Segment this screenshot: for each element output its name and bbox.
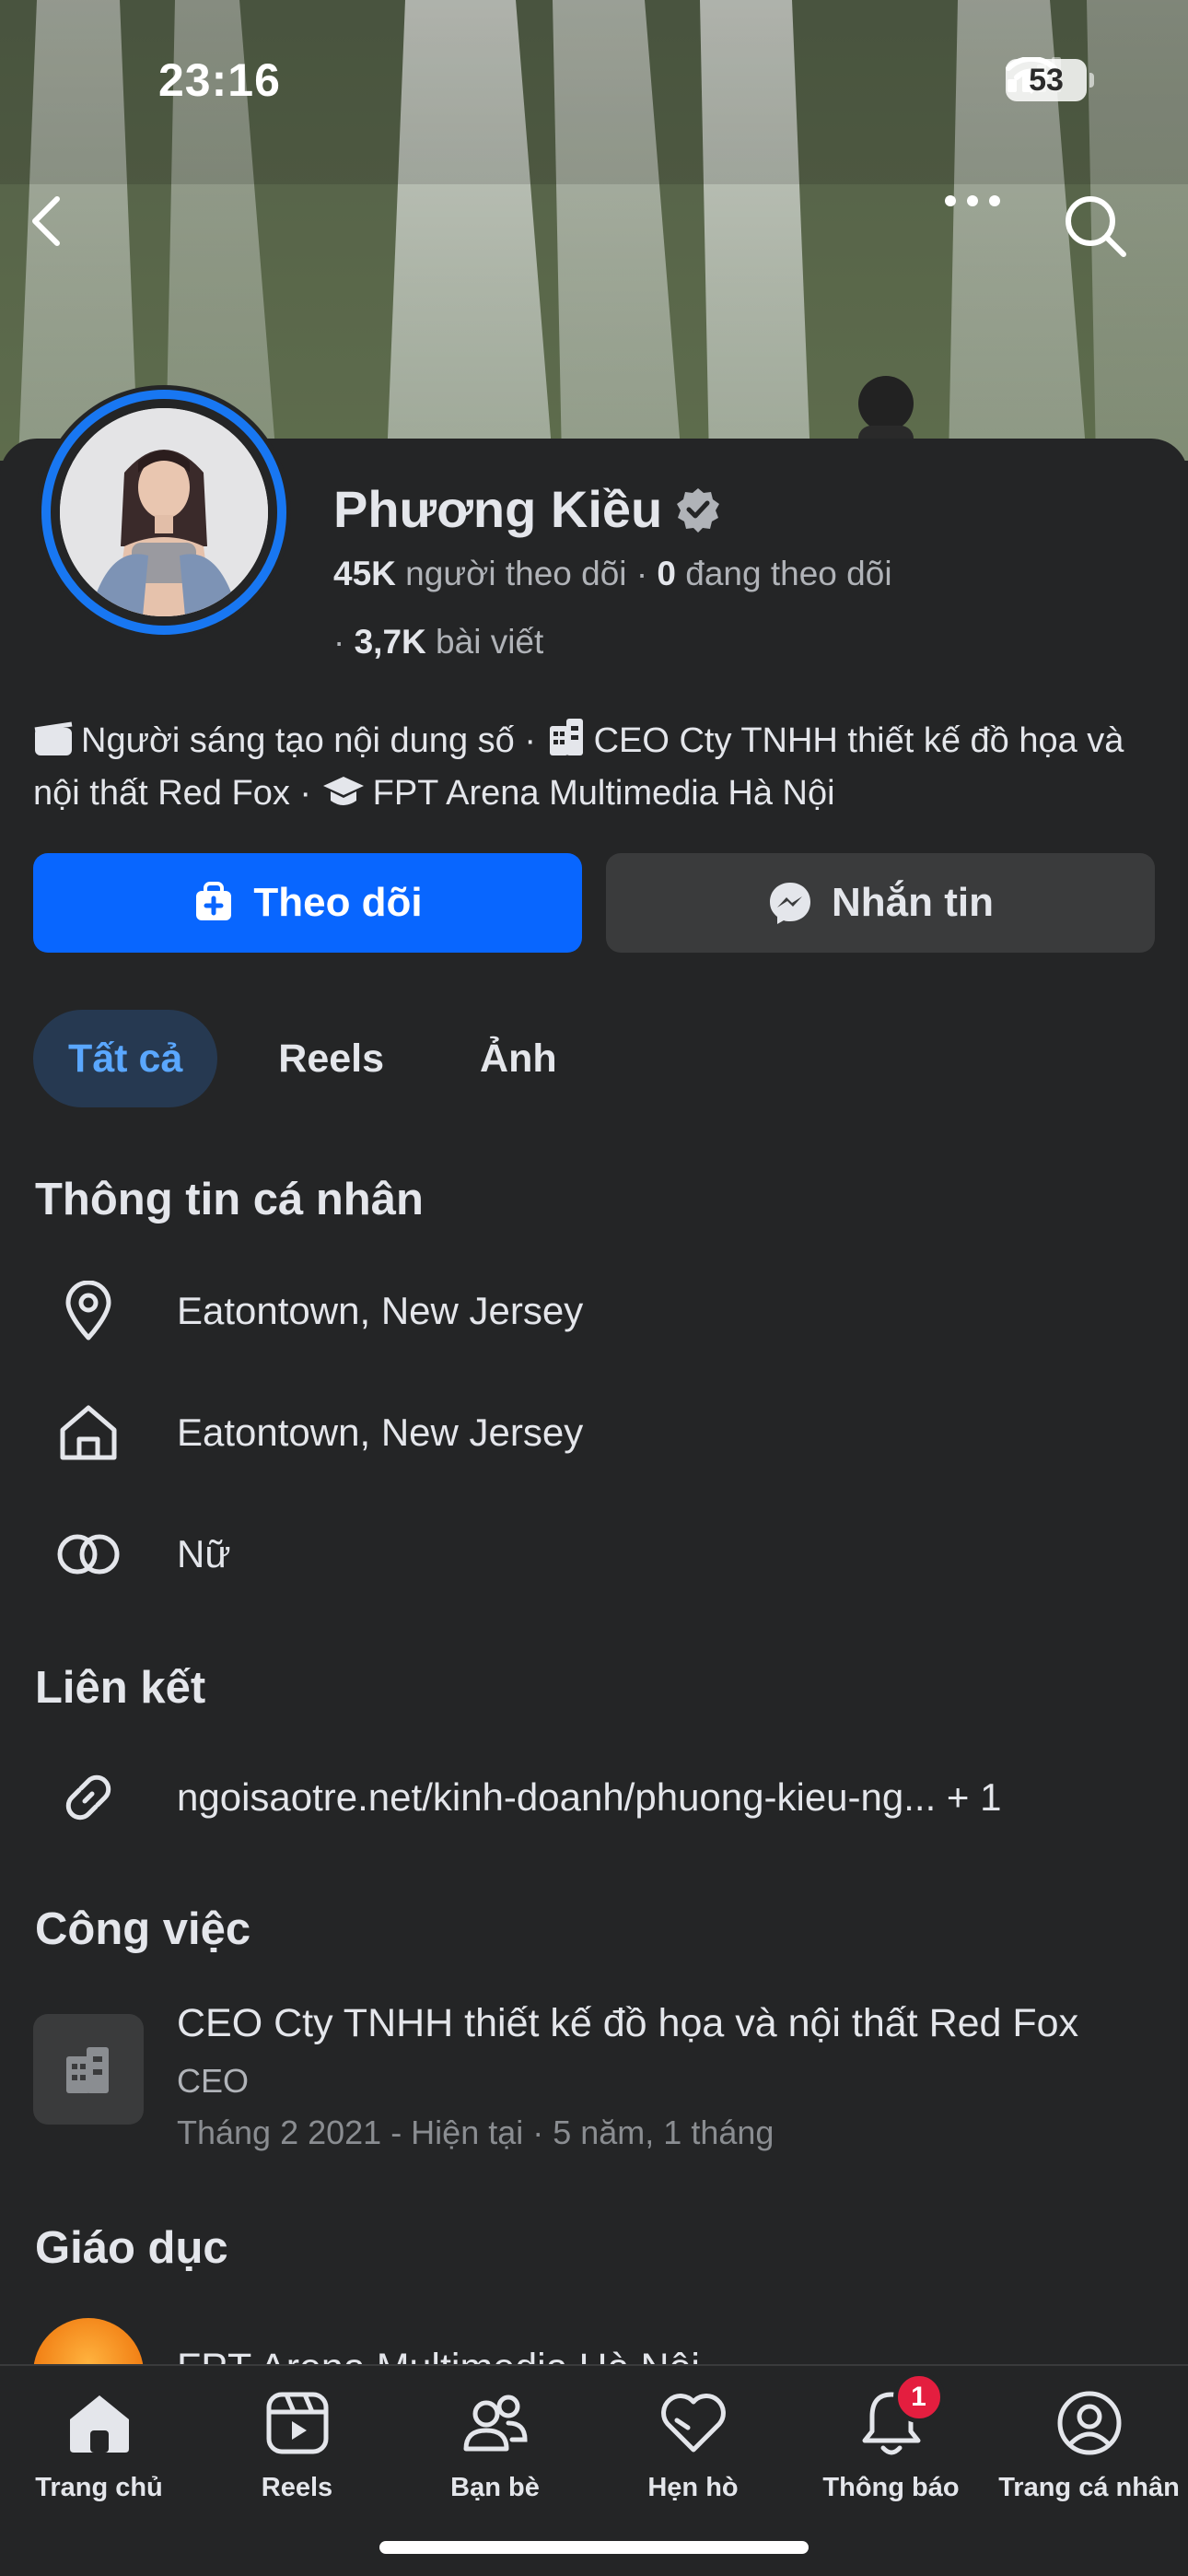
gender-row: Nữ	[0, 1504, 1188, 1605]
status-indicators: 53	[1006, 57, 1094, 103]
followers-count: 45K	[333, 555, 396, 592]
link-url-text: ngoisaotre.net/kinh-doanh/phuong-kieu-ng…	[177, 1775, 1002, 1819]
nav-reels[interactable]: Reels	[198, 2386, 396, 2524]
following-label: đang theo dõi	[685, 555, 892, 592]
company-logo[interactable]	[33, 2014, 144, 2125]
tab-all[interactable]: Tất cả	[33, 1010, 218, 1107]
current-city-text: Eatontown, New Jersey	[177, 1289, 584, 1332]
work-role: CEO	[177, 2062, 250, 2100]
avatar-portrait-image	[60, 408, 268, 616]
follow-button[interactable]: Theo dõi	[33, 853, 582, 953]
nav-dating-label: Hẹn hò	[647, 2473, 739, 2502]
link-row[interactable]: ngoisaotre.net/kinh-doanh/phuong-kieu-ng…	[0, 1747, 1188, 1848]
nav-reels-label: Reels	[261, 2473, 333, 2502]
nav-friends-label: Bạn bè	[450, 2473, 540, 2502]
nav-profile[interactable]: Trang cá nhân	[990, 2386, 1188, 2524]
stats-separator: ·	[635, 555, 658, 592]
hometown-text: Eatontown, New Jersey	[177, 1411, 584, 1454]
education-title: Giáo dục	[35, 2223, 228, 2273]
follow-stats[interactable]: 45K người theo dõi · 0 đang theo dõi	[333, 555, 892, 593]
follow-button-label: Theo dõi	[253, 880, 423, 925]
profile-page: 23:16 53 Phương Kiều 45K người theo dõi …	[0, 0, 1188, 2576]
bell-icon: 1	[855, 2371, 945, 2460]
posts-bullet: ·	[333, 623, 355, 661]
home-outline-icon	[52, 1396, 125, 1469]
building-icon	[66, 2047, 109, 2093]
hometown-row[interactable]: Eatontown, New Jersey	[0, 1382, 1188, 1483]
nav-notifications-label: Thông báo	[822, 2473, 960, 2502]
battery-indicator: 53	[1006, 59, 1094, 101]
video-clapper-icon	[34, 721, 73, 755]
status-time: 23:16	[158, 54, 281, 106]
current-city-row[interactable]: Eatontown, New Jersey	[0, 1260, 1188, 1362]
gender-text: Nữ	[177, 1532, 231, 1575]
profile-icon	[1053, 2386, 1126, 2460]
more-dots-icon	[945, 195, 1000, 206]
chevron-left-icon	[32, 196, 60, 246]
location-pin-icon	[52, 1274, 125, 1348]
tab-photos[interactable]: Ảnh	[445, 1010, 592, 1107]
work-company[interactable]: CEO Cty TNHH thiết kế đồ họa và nội thất…	[177, 2001, 1078, 2046]
link-chain-icon	[52, 1761, 125, 1834]
nav-home-label: Trang chủ	[35, 2473, 163, 2502]
more-options-button[interactable]	[943, 193, 1026, 276]
posts-label: bài viết	[436, 623, 544, 661]
posts-stats: · 3,7K bài viết	[333, 623, 543, 662]
profile-tabs: Tất cả Reels Ảnh	[33, 1010, 592, 1107]
building-icon	[549, 719, 583, 755]
personal-info-title: Thông tin cá nhân	[35, 1175, 424, 1224]
bio-separator-2: ·	[299, 774, 321, 813]
story-ring	[41, 390, 286, 635]
notification-badge: 1	[892, 2371, 945, 2423]
home-indicator	[379, 2541, 809, 2554]
search-icon	[1066, 196, 1126, 257]
work-dates: Tháng 2 2021 - Hiện tại · 5 năm, 1 tháng	[177, 2113, 775, 2151]
profile-avatar[interactable]	[37, 385, 291, 639]
friends-icon	[459, 2386, 532, 2460]
messenger-icon	[770, 883, 810, 924]
message-button-label: Nhắn tin	[832, 880, 994, 925]
search-button[interactable]	[1063, 193, 1146, 276]
dating-heart-icon	[657, 2386, 730, 2460]
message-button[interactable]: Nhắn tin	[606, 853, 1155, 953]
nav-home[interactable]: Trang chủ	[0, 2386, 198, 2524]
avatar-photo	[60, 408, 268, 616]
reels-icon	[261, 2386, 334, 2460]
following-count: 0	[657, 555, 676, 592]
profile-name-text: Phương Kiều	[333, 480, 663, 538]
profile-bio: Người sáng tạo nội dung số · CEO Cty TNH…	[33, 715, 1157, 820]
home-icon	[63, 2386, 136, 2460]
nav-friends[interactable]: Bạn bè	[396, 2386, 594, 2524]
back-button[interactable]	[24, 193, 107, 276]
profile-name: Phương Kiều	[333, 479, 721, 539]
posts-count: 3,7K	[354, 623, 426, 661]
follow-add-icon	[196, 882, 232, 920]
bio-separator: ·	[524, 721, 546, 760]
gender-rings-icon	[52, 1517, 125, 1591]
links-title: Liên kết	[35, 1663, 206, 1713]
verified-badge-icon	[677, 487, 720, 533]
nav-profile-label: Trang cá nhân	[998, 2473, 1180, 2502]
work-title: Công việc	[35, 1904, 251, 1954]
nav-dating[interactable]: Hẹn hò	[594, 2386, 792, 2524]
bio-creator: Người sáng tạo nội dung số	[81, 721, 515, 760]
graduation-cap-icon	[322, 777, 364, 805]
bio-school: FPT Arena Multimedia Hà Nội	[372, 774, 835, 813]
nav-notifications[interactable]: 1 Thông báo	[792, 2371, 990, 2524]
followers-label: người theo dõi	[405, 555, 627, 592]
tab-reels[interactable]: Reels	[243, 1010, 419, 1107]
